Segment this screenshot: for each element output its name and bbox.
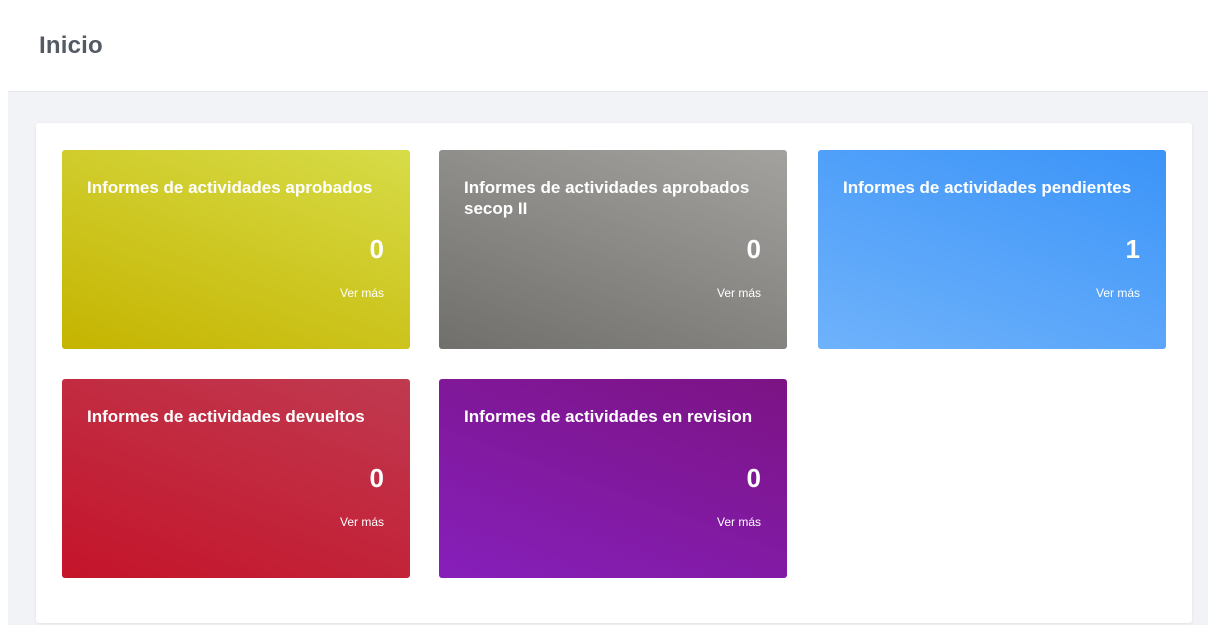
card-aprobados-secop[interactable]: Informes de actividades aprobados secop … [439,150,787,349]
ver-mas-link[interactable]: Ver más [340,286,384,300]
card-en-revision[interactable]: Informes de actividades en revision 0 Ve… [439,379,787,578]
card-count: 0 [369,234,384,264]
page-title: Inicio [39,32,103,59]
card-devueltos[interactable]: Informes de actividades devueltos 0 Ver … [62,379,410,578]
dashboard-panel: Informes de actividades aprobados 0 Ver … [36,123,1192,623]
ver-mas-link[interactable]: Ver más [1096,286,1140,300]
card-count: 0 [746,463,761,493]
card-count: 0 [746,234,761,264]
ver-mas-link[interactable]: Ver más [717,515,761,529]
page-header: Inicio [8,8,1208,92]
card-title: Informes de actividades aprobados secop … [464,178,750,218]
card-title: Informes de actividades pendientes [843,178,1132,197]
card-count: 0 [369,463,384,493]
app-frame: Inicio Informes de actividades aprobados… [8,8,1208,625]
ver-mas-link[interactable]: Ver más [717,286,761,300]
card-title: Informes de actividades en revision [464,407,753,426]
card-aprobados[interactable]: Informes de actividades aprobados 0 Ver … [62,150,410,349]
card-title: Informes de actividades devueltos [87,407,365,426]
ver-mas-link[interactable]: Ver más [340,515,384,529]
card-title: Informes de actividades aprobados [87,178,373,197]
card-count: 1 [1125,234,1140,264]
card-pendientes[interactable]: Informes de actividades pendientes 1 Ver… [818,150,1166,349]
